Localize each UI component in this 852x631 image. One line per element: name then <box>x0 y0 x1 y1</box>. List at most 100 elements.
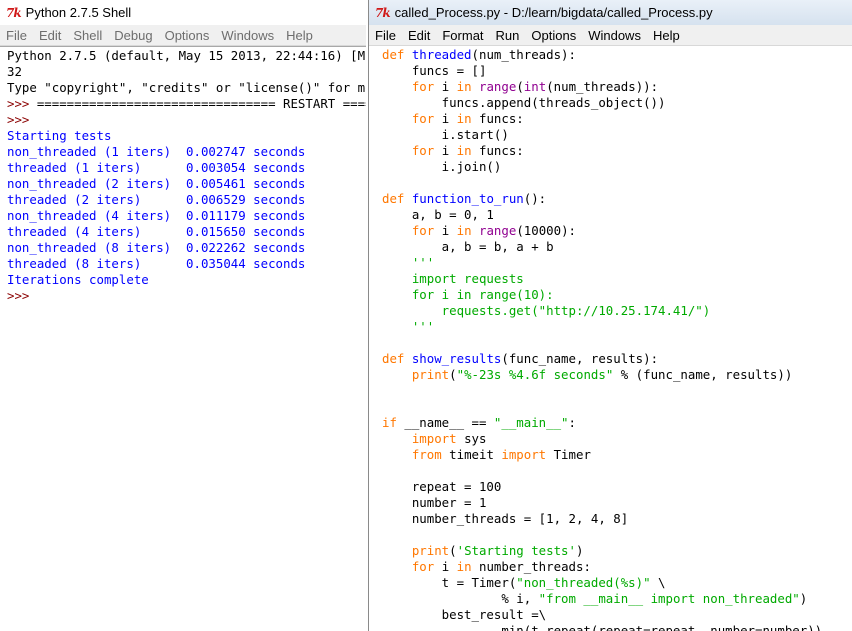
code-line[interactable]: for i in funcs: <box>382 143 852 159</box>
shell-menu-options[interactable]: Options <box>159 28 216 43</box>
code-editor-text[interactable]: def threaded(num_threads): funcs = [] fo… <box>369 46 852 631</box>
shell-line[interactable]: threaded (1 iters) 0.003054 seconds <box>7 160 366 176</box>
code-line[interactable]: repeat = 100 <box>382 479 852 495</box>
shell-menu-windows[interactable]: Windows <box>215 28 280 43</box>
code-line[interactable]: for i in number_threads: <box>382 559 852 575</box>
shell-line[interactable]: non_threaded (8 iters) 0.022262 seconds <box>7 240 366 256</box>
editor-titlebar[interactable]: 7k called_Process.py - D:/learn/bigdata/… <box>369 0 852 25</box>
code-line[interactable]: funcs = [] <box>382 63 852 79</box>
code-line[interactable]: print("%-23s %4.6f seconds" % (func_name… <box>382 367 852 383</box>
code-line[interactable]: ​ <box>382 175 852 191</box>
code-token: for <box>411 143 435 158</box>
code-token: best_result =\ <box>382 607 547 622</box>
code-line[interactable]: for i in range(10000): <box>382 223 852 239</box>
editor-menu-edit[interactable]: Edit <box>402 28 436 43</box>
code-token: def <box>382 351 412 366</box>
shell-menu-shell[interactable]: Shell <box>67 28 108 43</box>
editor-window-title: called_Process.py - D:/learn/bigdata/cal… <box>394 5 713 20</box>
code-line[interactable]: t = Timer("non_threaded(%s)" \ <box>382 575 852 591</box>
shell-menu-debug[interactable]: Debug <box>108 28 158 43</box>
code-line[interactable]: number_threads = [1, 2, 4, 8] <box>382 511 852 527</box>
code-token: Iterations complete <box>7 272 149 287</box>
shell-line[interactable]: threaded (4 iters) 0.015650 seconds <box>7 224 366 240</box>
code-token: timeit <box>441 447 502 462</box>
code-line[interactable]: import sys <box>382 431 852 447</box>
editor-menu-format[interactable]: Format <box>436 28 489 43</box>
code-token: for <box>411 559 435 574</box>
code-line[interactable]: requests.get("http://10.25.174.41/") <box>382 303 852 319</box>
code-line[interactable]: i.join() <box>382 159 852 175</box>
code-line[interactable]: for i in range(10): <box>382 287 852 303</box>
editor-menu-help[interactable]: Help <box>647 28 686 43</box>
shell-output-text[interactable]: Python 2.7.5 (default, May 15 2013, 22:4… <box>0 47 366 304</box>
shell-line[interactable]: Iterations complete <box>7 272 366 288</box>
editor-menu-run[interactable]: Run <box>490 28 526 43</box>
editor-window[interactable]: 7k called_Process.py - D:/learn/bigdata/… <box>368 0 852 631</box>
code-line[interactable]: % i, "from __main__ import non_threaded"… <box>382 591 852 607</box>
code-token: % i, <box>501 591 539 606</box>
code-line[interactable]: for i in range(int(num_threads)): <box>382 79 852 95</box>
code-line[interactable]: import requests <box>382 271 852 287</box>
shell-line[interactable]: Type "copyright", "credits" or "license(… <box>7 80 366 96</box>
code-token: ================================ RESTART… <box>36 96 366 111</box>
code-token: threaded (8 iters) 0.035044 seconds <box>7 256 306 271</box>
code-token: for i in range(10): <box>382 287 554 302</box>
shell-line[interactable]: non_threaded (2 iters) 0.005461 seconds <box>7 176 366 192</box>
editor-menu-file[interactable]: File <box>369 28 402 43</box>
code-line[interactable]: if __name__ == "__main__": <box>382 415 852 431</box>
code-token: number_threads: <box>471 559 591 574</box>
code-token: in <box>456 111 472 126</box>
code-token: range <box>479 79 517 94</box>
code-line[interactable]: ​ <box>382 383 852 399</box>
code-line[interactable]: ''' <box>382 319 852 335</box>
code-line[interactable]: min(t.repeat(repeat=repeat, number=numbe… <box>382 623 852 631</box>
shell-line[interactable]: threaded (8 iters) 0.035044 seconds <box>7 256 366 272</box>
code-token: \ <box>650 575 666 590</box>
shell-line[interactable]: >>> ================================ RES… <box>7 96 366 112</box>
shell-titlebar[interactable]: 7k Python 2.7.5 Shell <box>0 0 366 25</box>
code-line[interactable]: print('Starting tests') <box>382 543 852 559</box>
code-editor-area[interactable]: def threaded(num_threads): funcs = [] fo… <box>369 46 852 631</box>
code-token: show_results <box>411 351 502 366</box>
code-line[interactable]: def threaded(num_threads): <box>382 47 852 63</box>
code-line[interactable]: from timeit import Timer <box>382 447 852 463</box>
editor-menu-windows[interactable]: Windows <box>582 28 647 43</box>
code-token: ) <box>575 543 584 558</box>
shell-line[interactable]: non_threaded (1 iters) 0.002747 seconds <box>7 144 366 160</box>
code-line[interactable]: number = 1 <box>382 495 852 511</box>
editor-menu-options[interactable]: Options <box>525 28 582 43</box>
code-line[interactable]: def show_results(func_name, results): <box>382 351 852 367</box>
code-line[interactable]: ​ <box>382 335 852 351</box>
shell-line[interactable]: Starting tests <box>7 128 366 144</box>
code-line[interactable]: ''' <box>382 255 852 271</box>
code-line[interactable]: ​ <box>382 527 852 543</box>
shell-window[interactable]: 7k Python 2.7.5 Shell File Edit Shell De… <box>0 0 366 631</box>
code-line[interactable]: a, b = 0, 1 <box>382 207 852 223</box>
shell-line[interactable]: non_threaded (4 iters) 0.011179 seconds <box>7 208 366 224</box>
code-token: min(t.repeat(repeat=repeat, number=numbe… <box>382 623 823 631</box>
shell-line[interactable]: >>> <box>7 288 366 304</box>
code-line[interactable]: a, b = b, a + b <box>382 239 852 255</box>
code-line[interactable]: i.start() <box>382 127 852 143</box>
shell-line[interactable]: >>> <box>7 112 366 128</box>
code-line[interactable]: for i in funcs: <box>382 111 852 127</box>
code-line[interactable]: funcs.append(threads_object()) <box>382 95 852 111</box>
code-line[interactable]: best_result =\ <box>382 607 852 623</box>
shell-output-area[interactable]: Python 2.7.5 (default, May 15 2013, 22:4… <box>0 46 366 631</box>
code-token: i <box>434 559 457 574</box>
shell-line[interactable]: threaded (2 iters) 0.006529 seconds <box>7 192 366 208</box>
code-line[interactable]: ​ <box>382 463 852 479</box>
shell-menu-file[interactable]: File <box>0 28 33 43</box>
code-line[interactable]: ​ <box>382 399 852 415</box>
shell-line[interactable]: 32 <box>7 64 366 80</box>
code-line[interactable]: def function_to_run(): <box>382 191 852 207</box>
code-token: threaded (4 iters) 0.015650 seconds <box>7 224 306 239</box>
shell-menu-edit[interactable]: Edit <box>33 28 67 43</box>
shell-line[interactable]: Python 2.7.5 (default, May 15 2013, 22:4… <box>7 48 366 64</box>
shell-menu-help[interactable]: Help <box>280 28 319 43</box>
code-token: (10000): <box>516 223 577 238</box>
